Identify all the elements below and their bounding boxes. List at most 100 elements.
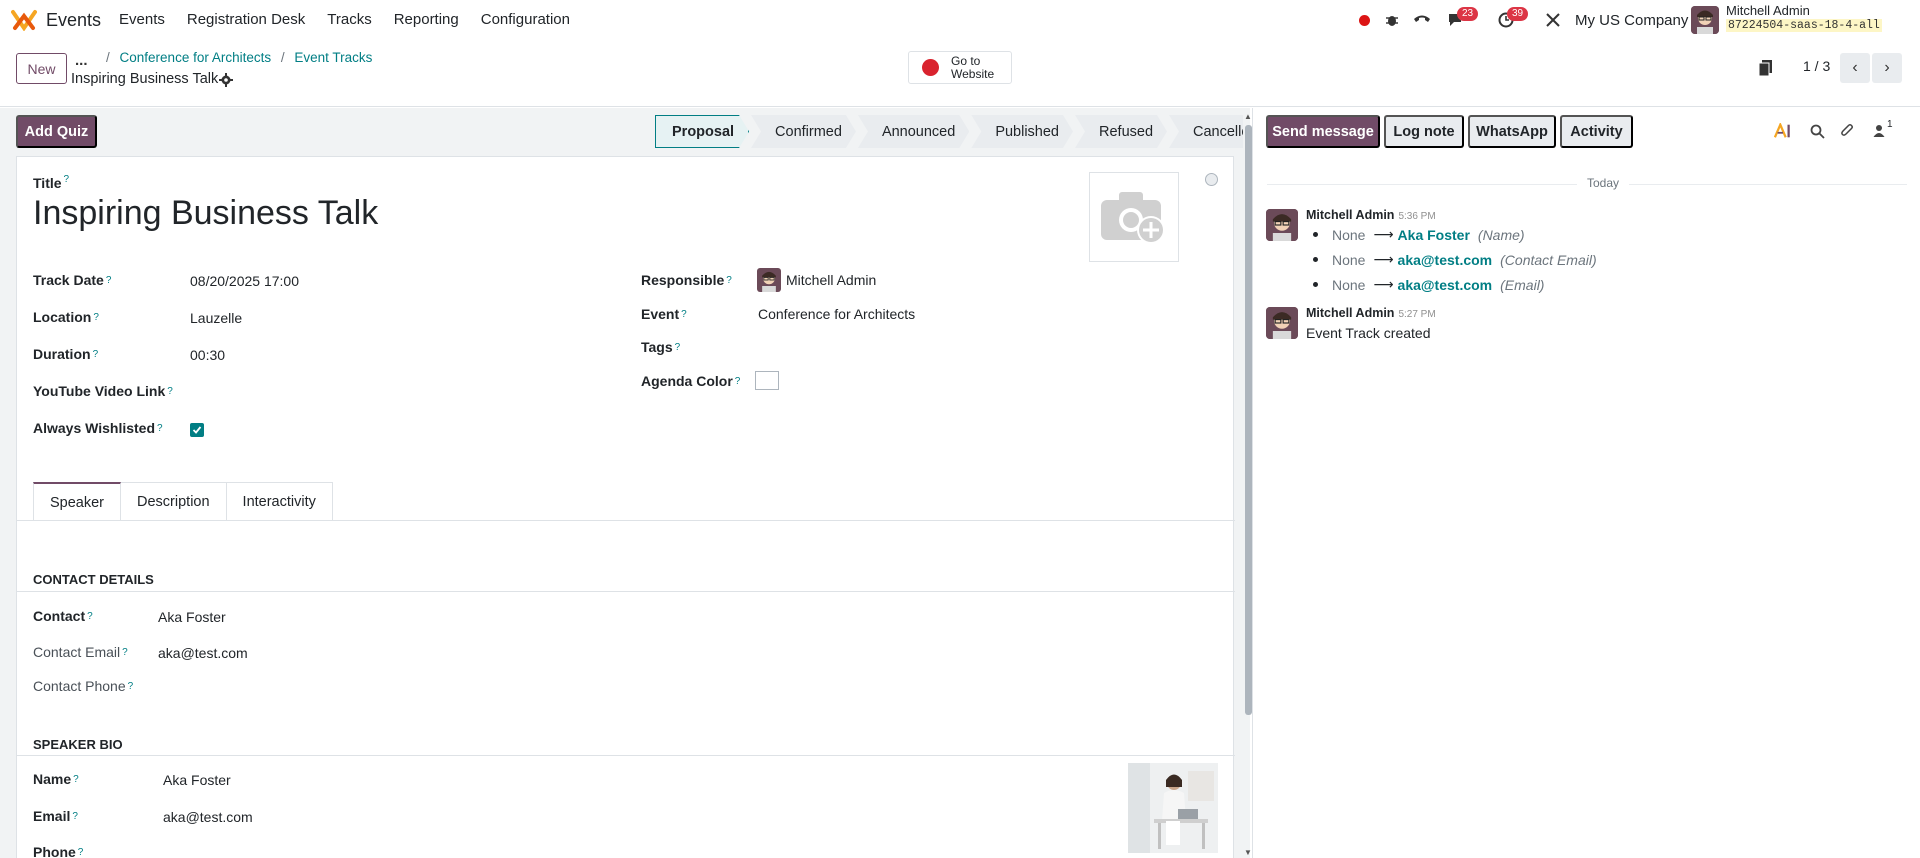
form-view: Add Quiz Proposal Confirmed Announced Pu… [0, 108, 1250, 858]
avatar[interactable] [1266, 307, 1298, 339]
section-divider [17, 591, 1235, 592]
help-icon[interactable]: ? [72, 811, 78, 822]
pager-previous-button[interactable]: ‹ [1840, 53, 1870, 83]
stage-proposal[interactable]: Proposal [655, 115, 749, 148]
help-icon[interactable]: ? [735, 376, 741, 387]
speaker-email-label: Email [33, 808, 71, 824]
always-wishlisted-checkbox[interactable] [190, 423, 204, 437]
help-icon[interactable]: ? [726, 275, 732, 286]
scroll-down-icon[interactable]: ▼ [1244, 848, 1252, 857]
tracking-value: None ⟶ aka@test.com (Email) [1313, 276, 1544, 293]
tracking-new-value: Aka Foster [1397, 226, 1470, 243]
contact-label: Contact [33, 608, 86, 624]
menu-tracks[interactable]: Tracks [327, 11, 371, 28]
image-upload[interactable] [1089, 172, 1179, 262]
bug-icon[interactable] [1382, 10, 1402, 30]
main-menu: Events Registration Desk Tracks Reportin… [119, 11, 592, 28]
followers-count: 1 [1887, 119, 1893, 130]
contact-email-field[interactable]: aka@test.com [158, 645, 248, 661]
help-icon[interactable]: ? [87, 611, 93, 622]
tools-icon[interactable] [1543, 10, 1563, 30]
contact-field[interactable]: Aka Foster [158, 609, 226, 625]
add-quiz-button[interactable]: Add Quiz [16, 115, 97, 148]
stage-confirmed[interactable]: Confirmed [751, 115, 856, 148]
user-name[interactable]: Mitchell Admin [1726, 3, 1810, 18]
send-message-button[interactable]: Send message [1266, 115, 1380, 148]
tab-speaker[interactable]: Speaker [33, 482, 122, 521]
breadcrumb-event[interactable]: Conference for Architects [120, 50, 272, 65]
speaker-photo[interactable] [1128, 763, 1218, 853]
youtube-link-field[interactable] [190, 383, 490, 401]
whatsapp-button[interactable]: WhatsApp [1468, 115, 1556, 148]
form-scrollbar-thumb[interactable] [1245, 125, 1252, 715]
user-avatar[interactable] [1691, 6, 1719, 34]
help-icon[interactable]: ? [106, 275, 112, 286]
tags-field[interactable] [758, 339, 1158, 357]
menu-registration-desk[interactable]: Registration Desk [187, 11, 305, 28]
title-field[interactable]: Inspiring Business Talk [33, 194, 378, 233]
gear-icon[interactable] [219, 73, 233, 87]
menu-events[interactable]: Events [119, 11, 165, 28]
phone-icon[interactable] [1412, 10, 1432, 30]
pager-next-button[interactable]: › [1872, 53, 1902, 83]
help-icon[interactable]: ? [93, 349, 99, 360]
agenda-color-picker[interactable] [755, 371, 779, 390]
go-to-website-button[interactable]: Go to Website [908, 51, 1012, 84]
followers-icon[interactable] [1870, 122, 1888, 140]
message-author[interactable]: Mitchell Admin [1306, 306, 1394, 320]
tracking-field-name: (Email) [1500, 276, 1545, 293]
help-icon[interactable]: ? [675, 342, 681, 353]
date-separator: Today [1267, 176, 1907, 190]
activity-button[interactable]: Activity [1560, 115, 1633, 148]
company-switcher[interactable]: My US Company [1575, 12, 1688, 29]
breadcrumb-event-tracks[interactable]: Event Tracks [294, 50, 372, 65]
avatar[interactable] [1266, 209, 1298, 241]
more-breadcrumbs-button[interactable]: ... [75, 52, 88, 69]
odoo-apps-logo-icon[interactable] [11, 9, 37, 31]
duration-label: Duration [33, 346, 91, 362]
paperclip-icon[interactable] [1838, 122, 1856, 140]
location-field[interactable]: Lauzelle [190, 310, 242, 326]
message-author[interactable]: Mitchell Admin [1306, 208, 1394, 222]
duration-field[interactable]: 00:30 [190, 347, 225, 363]
help-icon[interactable]: ? [78, 847, 84, 858]
tab-interactivity[interactable]: Interactivity [226, 482, 333, 521]
bookmark-icon[interactable] [1759, 59, 1773, 77]
tracking-old-value: None [1332, 251, 1366, 268]
track-date-field[interactable]: 08/20/2025 17:00 [190, 273, 299, 289]
always-wishlisted-label: Always Wishlisted [33, 420, 156, 436]
help-icon[interactable]: ? [157, 423, 163, 434]
stage-refused[interactable]: Refused [1075, 115, 1167, 148]
event-field[interactable]: Conference for Architects [758, 306, 915, 322]
tab-description[interactable]: Description [121, 482, 227, 521]
log-note-button[interactable]: Log note [1384, 115, 1464, 148]
record-dot-icon[interactable] [1354, 10, 1374, 30]
ai-icon[interactable] [1774, 122, 1792, 140]
tracking-new-value: aka@test.com [1397, 251, 1493, 268]
help-icon[interactable]: ? [167, 386, 173, 397]
app-name[interactable]: Events [46, 10, 101, 31]
contact-phone-field[interactable] [158, 678, 458, 696]
help-icon[interactable]: ? [93, 312, 99, 323]
menu-configuration[interactable]: Configuration [481, 11, 570, 28]
stage-published[interactable]: Published [971, 115, 1073, 148]
speaker-name-field[interactable]: Aka Foster [163, 772, 231, 788]
help-icon[interactable]: ? [64, 174, 70, 185]
new-button[interactable]: New [16, 53, 67, 84]
help-icon[interactable]: ? [73, 774, 79, 785]
speaker-email-field[interactable]: aka@test.com [163, 809, 253, 825]
scroll-up-icon[interactable]: ▲ [1244, 112, 1252, 121]
pager-value[interactable]: 1 / 3 [1803, 58, 1830, 74]
priority-radio[interactable] [1205, 173, 1218, 186]
track-date-label: Track Date [33, 272, 104, 288]
stage-cancelled[interactable]: Cancelled [1169, 115, 1250, 148]
help-icon[interactable]: ? [128, 681, 134, 692]
search-icon[interactable] [1808, 122, 1826, 140]
breadcrumb: / Conference for Architects / Event Trac… [106, 50, 373, 65]
stage-announced[interactable]: Announced [858, 115, 969, 148]
menu-reporting[interactable]: Reporting [394, 11, 459, 28]
speaker-bio-header: SPEAKER BIO [33, 737, 123, 752]
help-icon[interactable]: ? [681, 309, 687, 320]
responsible-field[interactable]: Mitchell Admin [786, 272, 876, 288]
help-icon[interactable]: ? [122, 647, 128, 658]
